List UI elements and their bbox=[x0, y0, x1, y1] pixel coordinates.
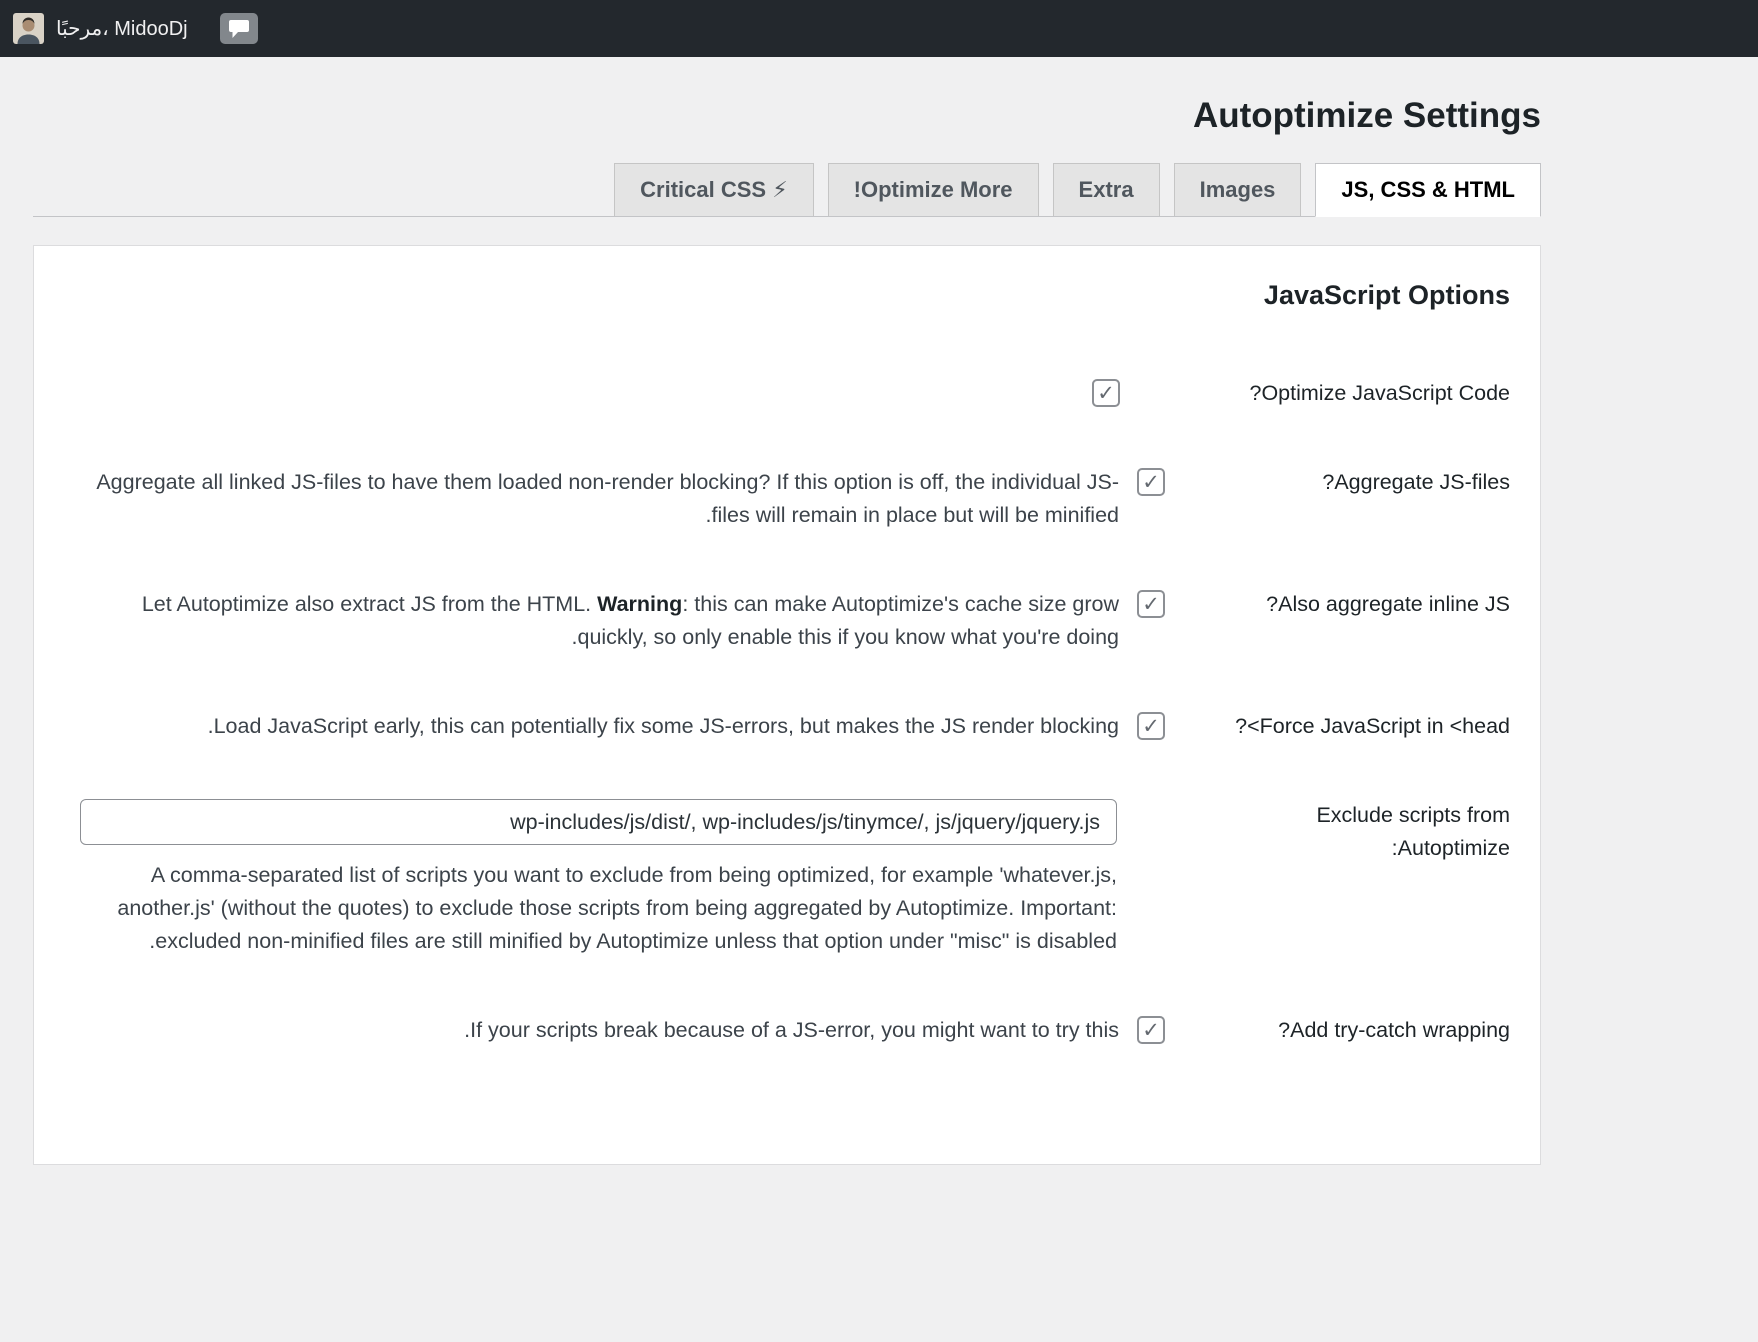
optimize-js-checkbox[interactable] bbox=[1092, 379, 1120, 407]
row-optimize-js: Optimize JavaScript Code? bbox=[64, 349, 1510, 438]
howdy-greeting: مرحبًا، MidooDj bbox=[56, 16, 188, 41]
row-aggregate-js: Aggregate JS-files? Aggregate all linked… bbox=[64, 438, 1510, 560]
speech-bubble-icon bbox=[229, 20, 249, 38]
force-js-head-checkbox[interactable] bbox=[1137, 712, 1165, 740]
admin-bar-account[interactable]: مرحبًا، MidooDj bbox=[13, 13, 188, 44]
tab-images[interactable]: Images bbox=[1174, 163, 1302, 216]
comments-button[interactable] bbox=[220, 13, 258, 44]
row-try-catch: Add try-catch wrapping? If your scripts … bbox=[64, 986, 1510, 1075]
try-catch-label: Add try-catch wrapping? bbox=[1165, 1014, 1510, 1047]
description-text: Let Autoptimize also extract JS from the… bbox=[142, 592, 597, 616]
exclude-scripts-field: A comma-separated list of scripts you wa… bbox=[64, 799, 1165, 958]
user-avatar-icon bbox=[13, 13, 44, 44]
exclude-scripts-description: A comma-separated list of scripts you wa… bbox=[94, 859, 1117, 958]
row-force-js-head: Force JavaScript in <head>? Load JavaScr… bbox=[64, 682, 1510, 771]
tab-critical-css[interactable]: ⚡ Critical CSS bbox=[614, 163, 814, 216]
try-catch-checkbox[interactable] bbox=[1137, 1016, 1165, 1044]
row-aggregate-inline-js: Also aggregate inline JS? Let Autoptimiz… bbox=[64, 560, 1510, 682]
try-catch-field: If your scripts break because of a JS-er… bbox=[64, 1014, 1165, 1047]
tab-optimize-more[interactable]: Optimize More! bbox=[828, 163, 1039, 216]
aggregate-js-checkbox[interactable] bbox=[1137, 468, 1165, 496]
settings-tab-bar: JS, CSS & HTML Images Extra Optimize Mor… bbox=[33, 163, 1541, 217]
aggregate-inline-js-label: Also aggregate inline JS? bbox=[1165, 588, 1510, 654]
aggregate-inline-js-checkbox[interactable] bbox=[1137, 590, 1165, 618]
aggregate-js-description: Aggregate all linked JS-files to have th… bbox=[96, 466, 1119, 532]
admin-bar: مرحبًا، MidooDj bbox=[0, 0, 1758, 57]
optimize-js-field bbox=[64, 377, 1165, 410]
section-heading: JavaScript Options bbox=[64, 280, 1510, 311]
force-js-head-field: Load JavaScript early, this can potentia… bbox=[64, 710, 1165, 743]
aggregate-js-label: Aggregate JS-files? bbox=[1165, 466, 1510, 532]
tab-extra[interactable]: Extra bbox=[1053, 163, 1160, 216]
force-js-head-description: Load JavaScript early, this can potentia… bbox=[96, 710, 1119, 743]
aggregate-inline-js-field: Let Autoptimize also extract JS from the… bbox=[64, 588, 1165, 654]
aggregate-inline-js-description: Let Autoptimize also extract JS from the… bbox=[96, 588, 1119, 654]
force-js-head-label: Force JavaScript in <head>? bbox=[1165, 710, 1510, 743]
try-catch-description: If your scripts break because of a JS-er… bbox=[96, 1014, 1119, 1047]
settings-panel: JavaScript Options Optimize JavaScript C… bbox=[33, 245, 1541, 1165]
row-exclude-scripts: Exclude scripts from Autoptimize: A comm… bbox=[64, 771, 1510, 986]
optimize-js-label: Optimize JavaScript Code? bbox=[1165, 377, 1510, 410]
warning-emphasis: Warning bbox=[597, 592, 682, 616]
page-title: Autoptimize Settings bbox=[33, 57, 1541, 137]
aggregate-js-field: Aggregate all linked JS-files to have th… bbox=[64, 466, 1165, 532]
exclude-scripts-label: Exclude scripts from Autoptimize: bbox=[1165, 799, 1510, 958]
exclude-scripts-input[interactable] bbox=[80, 799, 1117, 845]
tab-js-css-html[interactable]: JS, CSS & HTML bbox=[1315, 163, 1541, 217]
settings-page: Autoptimize Settings JS, CSS & HTML Imag… bbox=[33, 57, 1541, 1165]
